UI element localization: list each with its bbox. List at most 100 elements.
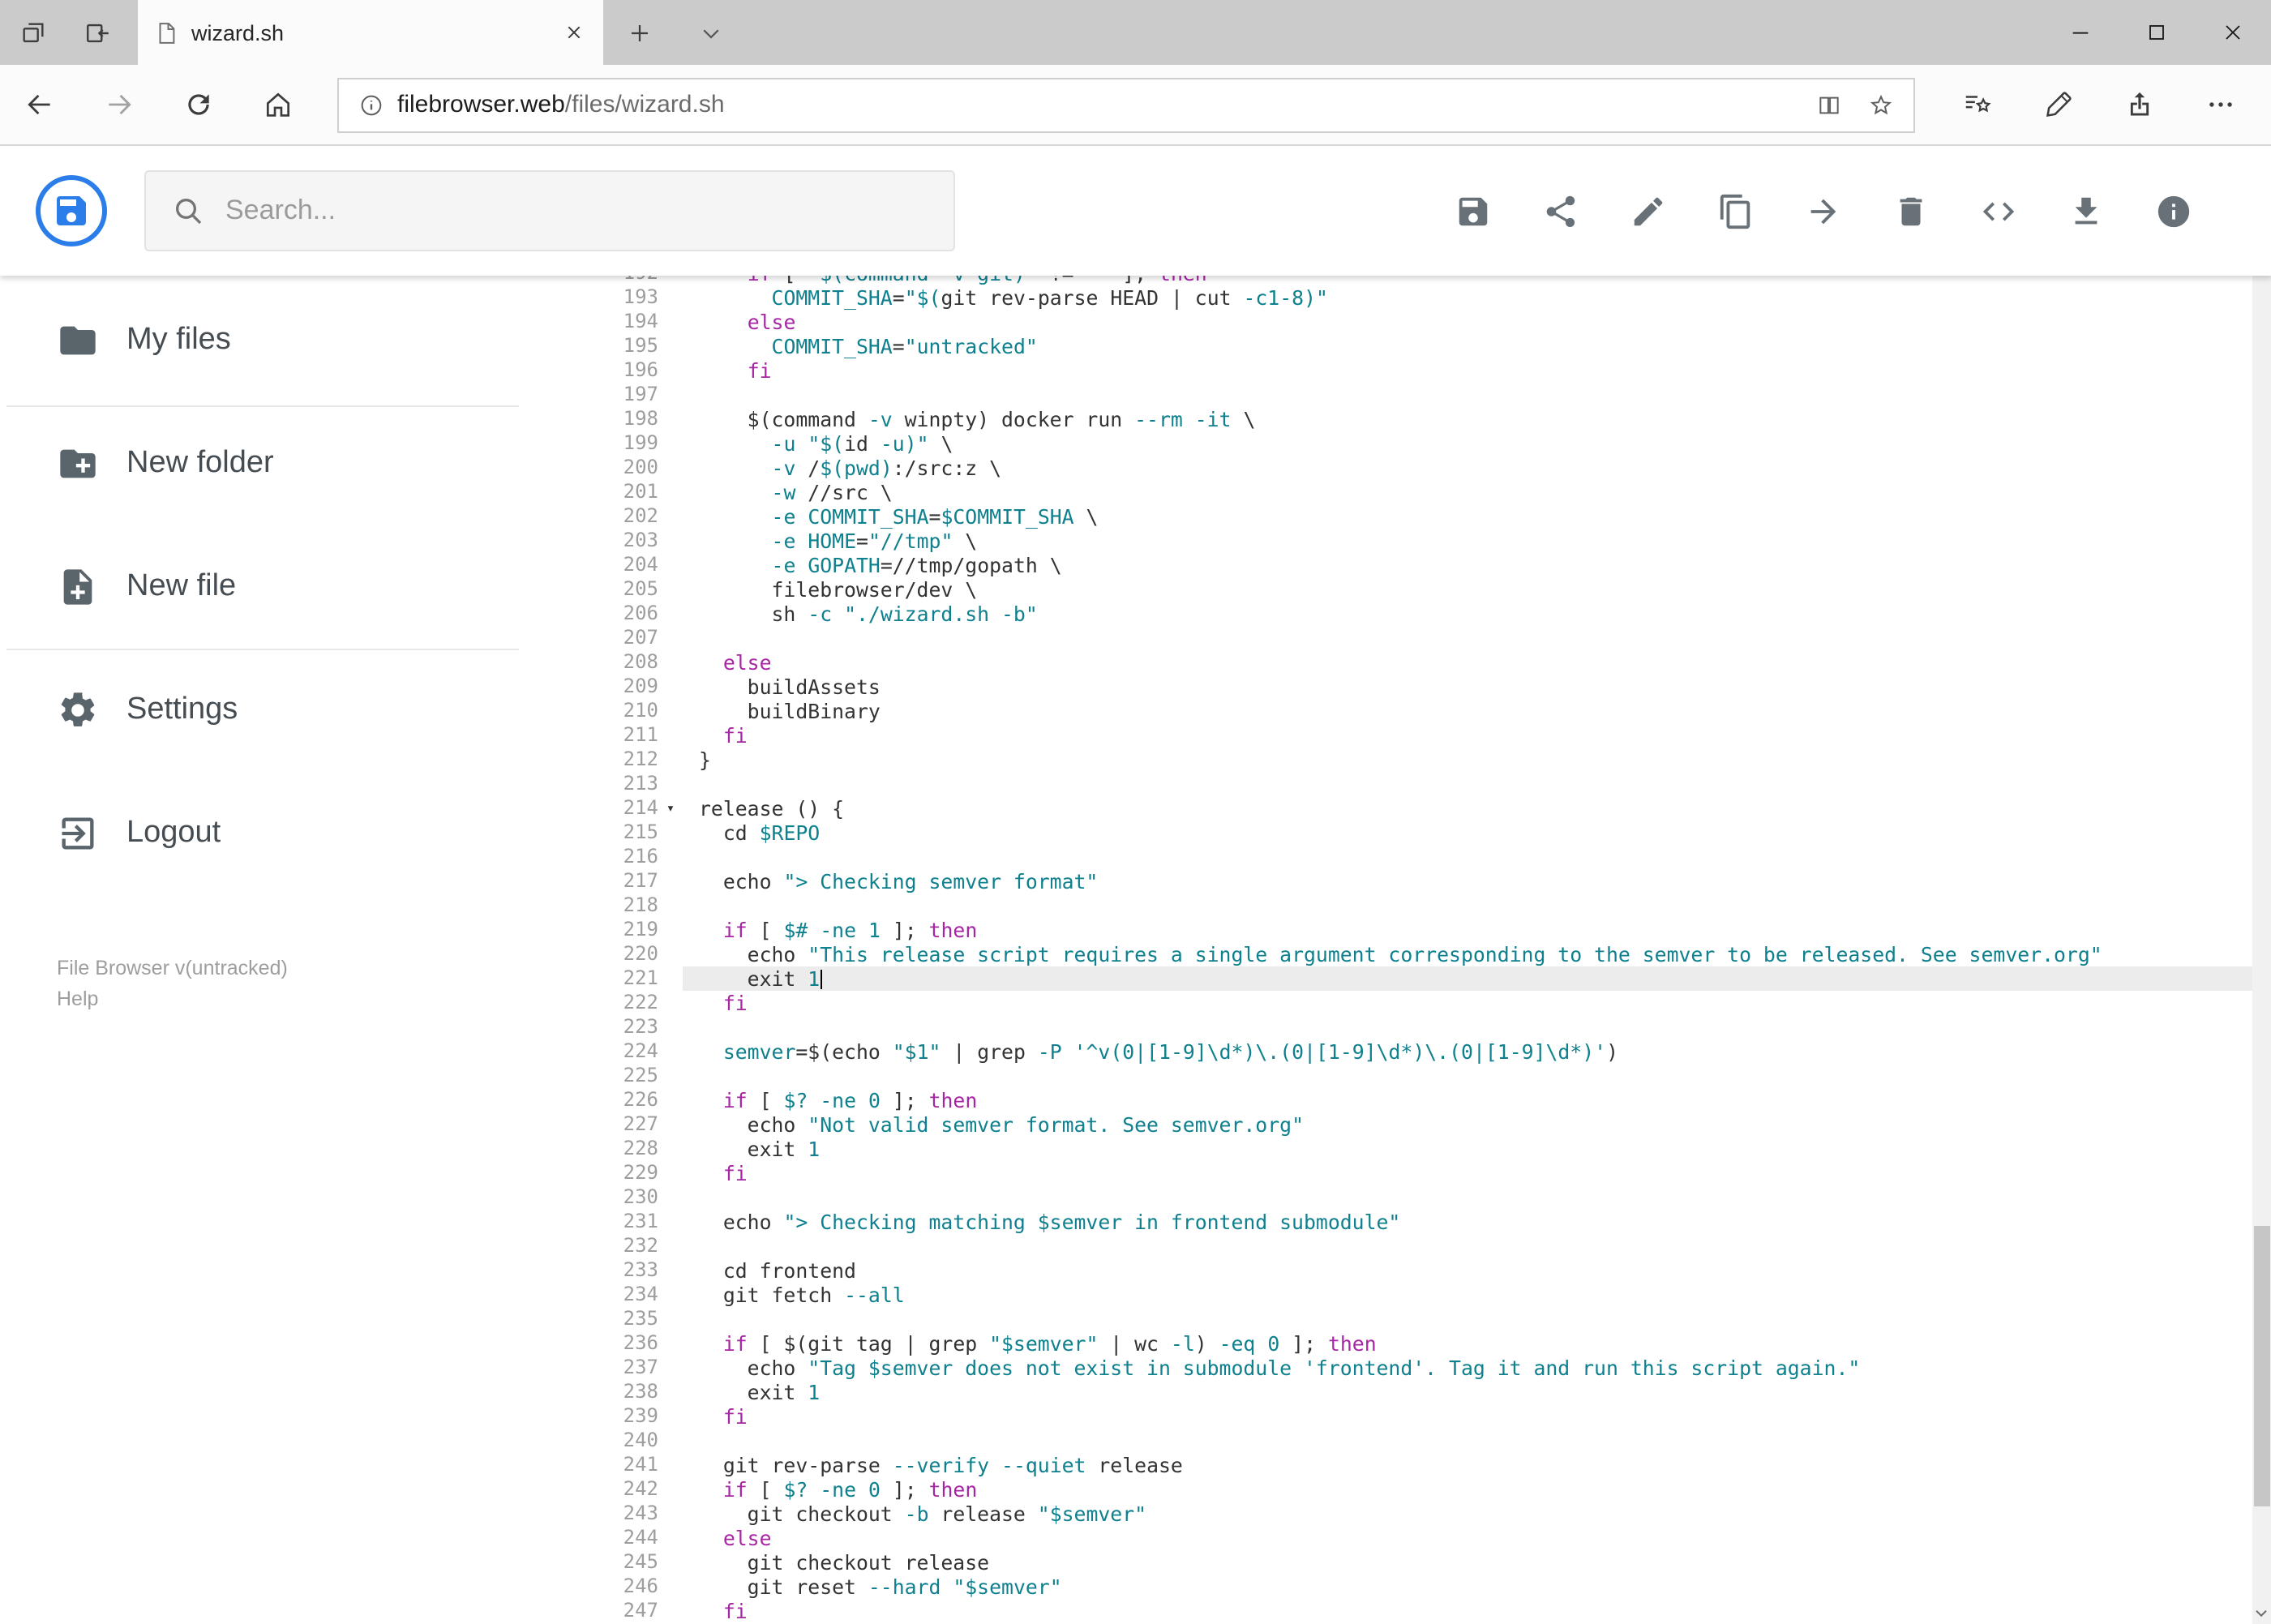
line-number: 217 [623, 869, 658, 892]
code-line[interactable]: 204 -e GOPATH=//tmp/gopath \ [535, 553, 2252, 577]
code-line[interactable]: 199 -u "$(id -u)" \ [535, 431, 2252, 456]
code-line[interactable]: 197 [535, 383, 2252, 407]
delete-button[interactable] [1891, 191, 1930, 230]
move-file-button[interactable] [1803, 191, 1842, 230]
code-line[interactable]: 208 else [535, 650, 2252, 675]
code-line[interactable]: 213 [535, 772, 2252, 796]
code-line[interactable]: 228 exit 1 [535, 1137, 2252, 1161]
code-line[interactable]: 226 if [ $? -ne 0 ]; then [535, 1088, 2252, 1112]
code-line[interactable]: 230 [535, 1185, 2252, 1210]
code-line[interactable]: 206 sh -c "./wizard.sh -b" [535, 602, 2252, 626]
more-options-button[interactable] [2180, 65, 2261, 144]
home-button[interactable] [238, 65, 318, 144]
code-line[interactable]: 215 cd $REPO [535, 821, 2252, 845]
code-line[interactable]: 196 fi [535, 358, 2252, 383]
code-line[interactable]: 227 echo "Not valid semver format. See s… [535, 1112, 2252, 1137]
code-line[interactable]: 219 if [ $# -ne 1 ]; then [535, 918, 2252, 942]
code-line[interactable]: 235 [535, 1307, 2252, 1331]
code-line[interactable]: 231 echo "> Checking matching $semver in… [535, 1210, 2252, 1234]
code-line[interactable]: 237 echo "Tag $semver does not exist in … [535, 1356, 2252, 1380]
help-link[interactable]: Help [57, 984, 288, 1015]
copy-file-button[interactable] [1716, 191, 1755, 230]
browser-tab[interactable]: wizard.sh [138, 0, 603, 65]
code-line[interactable]: 241 git rev-parse --verify --quiet relea… [535, 1453, 2252, 1477]
code-line[interactable]: 225 [535, 1064, 2252, 1088]
back-button[interactable] [0, 65, 79, 144]
code-line[interactable]: 217 echo "> Checking semver format" [535, 869, 2252, 893]
url-bar[interactable]: filebrowser.web/files/wizard.sh [337, 77, 1914, 132]
code-line[interactable]: 247 fi [535, 1599, 2252, 1623]
search-input[interactable] [225, 195, 928, 227]
favorite-star-button[interactable] [1854, 92, 1906, 118]
code-line[interactable]: 193 COMMIT_SHA="$(git rev-parse HEAD | c… [535, 285, 2252, 310]
code-line[interactable]: 224 semver=$(echo "$1" | grep -P '^v(0|[… [535, 1039, 2252, 1064]
favorites-hub-button[interactable] [1937, 65, 2018, 144]
code-view-button[interactable] [1978, 191, 2017, 230]
scroll-thumb[interactable] [2253, 1225, 2269, 1506]
code-line[interactable]: 210 buildBinary [535, 699, 2252, 723]
code-line[interactable]: 243 git checkout -b release "$semver" [535, 1502, 2252, 1526]
fold-arrow-icon[interactable]: ▾ [658, 796, 683, 821]
code-line[interactable]: 212} [535, 748, 2252, 772]
code-line[interactable]: 195 COMMIT_SHA="untracked" [535, 334, 2252, 358]
sidebar-item-new-folder[interactable]: New folder [0, 402, 535, 525]
code-line[interactable]: 244 else [535, 1526, 2252, 1550]
code-line[interactable]: 192 if [ "$(command -v git)" != "" ]; th… [535, 276, 2252, 285]
code-line[interactable]: 223 [535, 1015, 2252, 1039]
scroll-down-button[interactable] [2252, 1601, 2271, 1624]
sidebar-item-my-files[interactable]: My files [0, 279, 535, 402]
sidebar-item-settings[interactable]: Settings [0, 649, 535, 772]
code-line[interactable]: 207 [535, 626, 2252, 650]
code-line[interactable]: 201 -w //src \ [535, 480, 2252, 504]
app-logo[interactable] [36, 175, 107, 246]
code-line[interactable]: 211 fi [535, 723, 2252, 748]
page-scrollbar[interactable] [2252, 148, 2271, 1624]
code-line[interactable]: 246 git reset --hard "$semver" [535, 1575, 2252, 1599]
code-line[interactable]: 234 git fetch --all [535, 1283, 2252, 1307]
tab-close-button[interactable] [561, 19, 587, 45]
set-tabs-aside-button[interactable] [65, 0, 130, 65]
code-line[interactable]: 218 [535, 893, 2252, 918]
code-line[interactable]: 202 -e COMMIT_SHA=$COMMIT_SHA \ [535, 504, 2252, 529]
share-button[interactable] [2099, 65, 2180, 144]
rename-button[interactable] [1628, 191, 1667, 230]
code-line[interactable]: 220 echo "This release script requires a… [535, 942, 2252, 966]
code-line[interactable]: 221 exit 1 [535, 966, 2252, 991]
tab-preview-button[interactable] [0, 0, 65, 65]
minimize-button[interactable] [2042, 0, 2119, 65]
code-line[interactable]: 236 if [ $(git tag | grep "$semver" | wc… [535, 1331, 2252, 1356]
code-line[interactable]: 205 filebrowser/dev \ [535, 577, 2252, 602]
code-line[interactable]: 245 git checkout release [535, 1550, 2252, 1575]
save-button[interactable] [1453, 191, 1492, 230]
code-line[interactable]: 239 fi [535, 1404, 2252, 1429]
sidebar-item-new-file[interactable]: New file [0, 525, 535, 649]
share-file-button[interactable] [1540, 191, 1579, 230]
code-line[interactable]: 209 buildAssets [535, 675, 2252, 699]
new-tab-button[interactable] [603, 0, 675, 65]
site-info-icon[interactable] [345, 92, 397, 118]
close-button[interactable] [2195, 0, 2271, 65]
code-line[interactable]: 216 [535, 845, 2252, 869]
sidebar-item-logout[interactable]: Logout [0, 772, 535, 895]
code-line[interactable]: 238 exit 1 [535, 1380, 2252, 1404]
code-line[interactable]: 232 [535, 1234, 2252, 1258]
code-line[interactable]: 194 else [535, 310, 2252, 334]
tab-list-chevron-button[interactable] [675, 0, 746, 65]
code-line[interactable]: 222 fi [535, 991, 2252, 1015]
code-line[interactable]: 214 ▾ release () { [535, 796, 2252, 821]
forward-button[interactable] [79, 65, 159, 144]
code-line[interactable]: 198 $(command -v winpty) docker run --rm… [535, 407, 2252, 431]
code-line[interactable]: 233 cd frontend [535, 1258, 2252, 1283]
code-editor[interactable]: 192 if [ "$(command -v git)" != "" ]; th… [535, 276, 2252, 1624]
maximize-button[interactable] [2119, 0, 2195, 65]
refresh-button[interactable] [159, 65, 238, 144]
code-line[interactable]: 242 if [ $? -ne 0 ]; then [535, 1477, 2252, 1502]
reading-view-button[interactable] [1802, 92, 1854, 118]
info-button[interactable] [2153, 191, 2192, 230]
code-line[interactable]: 200 -v /$(pwd):/src:z \ [535, 456, 2252, 480]
code-line[interactable]: 203 -e HOME="//tmp" \ [535, 529, 2252, 553]
code-line[interactable]: 240 [535, 1429, 2252, 1453]
download-button[interactable] [2066, 191, 2105, 230]
code-line[interactable]: 229 fi [535, 1161, 2252, 1185]
web-note-button[interactable] [2018, 65, 2099, 144]
